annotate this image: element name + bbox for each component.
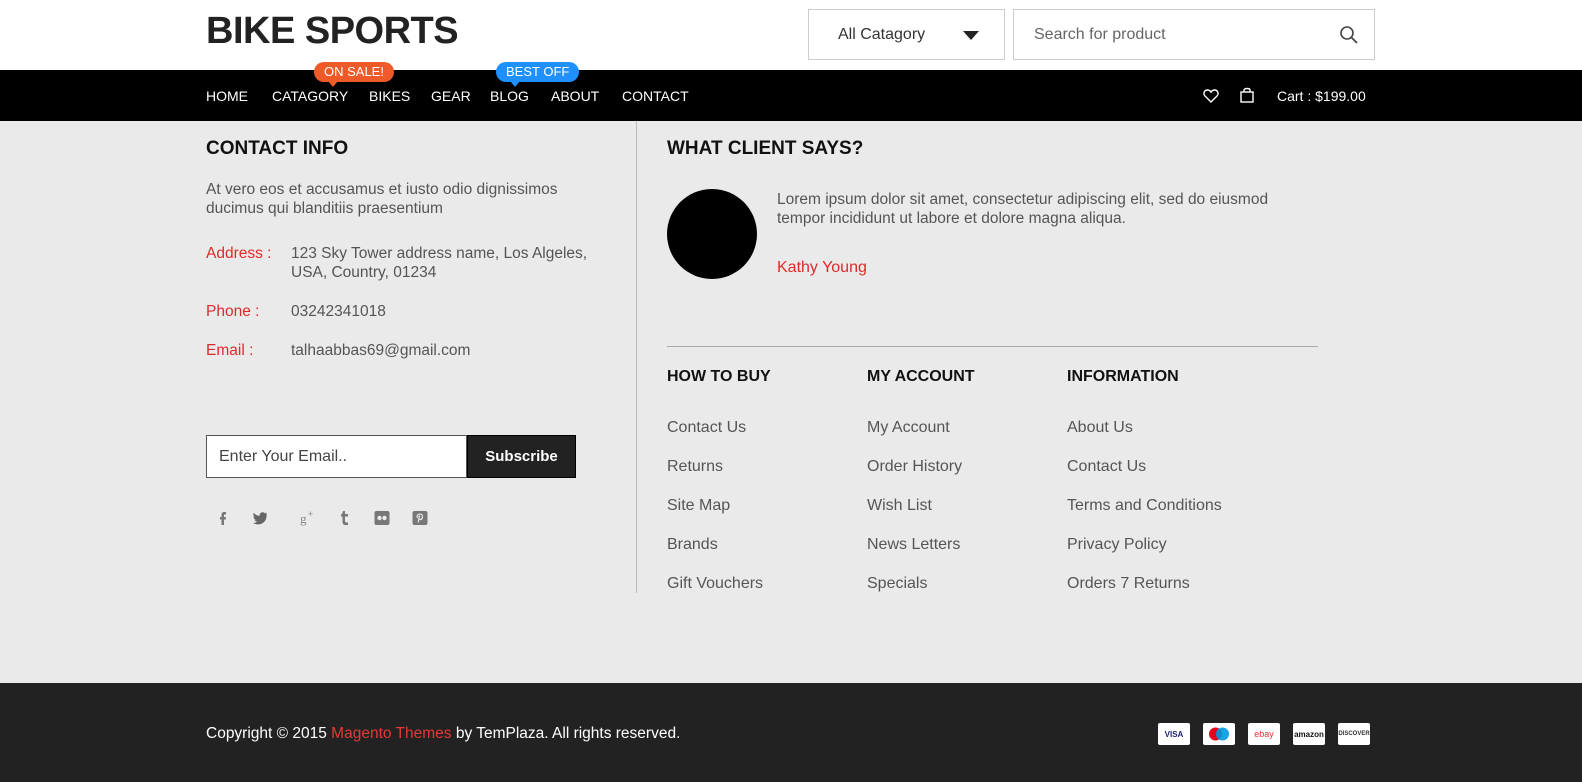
ebay-icon: ebay bbox=[1248, 723, 1280, 745]
nav-about[interactable]: ABOUT bbox=[551, 88, 599, 104]
amazon-icon: amazon bbox=[1293, 723, 1325, 745]
link-about-us[interactable]: About Us bbox=[1067, 419, 1133, 437]
nav-bikes[interactable]: BIKES bbox=[369, 88, 410, 104]
cart-total[interactable]: Cart : $199.00 bbox=[1277, 88, 1366, 104]
information-title: INFORMATION bbox=[1067, 368, 1179, 385]
contact-intro: At vero eos et accusamus et iusto odio d… bbox=[206, 181, 558, 217]
pinterest-icon[interactable] bbox=[410, 508, 430, 528]
facebook-icon[interactable] bbox=[213, 508, 233, 528]
link-returns[interactable]: Returns bbox=[667, 458, 723, 476]
column-divider bbox=[636, 121, 637, 593]
copyright-suffix: by TemPlaza. All rights reserved. bbox=[451, 725, 681, 742]
best-off-badge: BEST OFF bbox=[496, 62, 580, 87]
svg-text:+: + bbox=[308, 509, 313, 519]
email-label: Email : bbox=[206, 342, 254, 359]
magento-themes-link[interactable]: Magento Themes bbox=[331, 725, 451, 742]
nav-gear[interactable]: GEAR bbox=[431, 88, 471, 104]
link-specials[interactable]: Specials bbox=[867, 575, 927, 593]
main-nav: HOME CATAGORY ON SALE! BIKES GEAR BLOG B… bbox=[0, 62, 1582, 121]
site-header: BIKE SPORTS All Catagory bbox=[0, 0, 1582, 70]
phone-value: 03242341018 bbox=[291, 303, 386, 320]
section-divider bbox=[667, 346, 1318, 347]
link-contact-us-info[interactable]: Contact Us bbox=[1067, 458, 1146, 476]
copyright-prefix: Copyright © 2015 bbox=[206, 725, 332, 742]
address-value: 123 Sky Tower address name, Los Algeles,… bbox=[291, 245, 588, 281]
subscribe-button[interactable]: Subscribe bbox=[467, 435, 576, 478]
link-contact-us[interactable]: Contact Us bbox=[667, 419, 746, 437]
address-label: Address : bbox=[206, 245, 272, 262]
link-brands[interactable]: Brands bbox=[667, 536, 718, 554]
site-logo[interactable]: BIKE SPORTS bbox=[206, 10, 459, 53]
link-orders-returns[interactable]: Orders 7 Returns bbox=[1067, 575, 1190, 593]
category-select-value: All Catagory bbox=[838, 26, 926, 43]
contact-info-title: CONTACT INFO bbox=[206, 138, 349, 159]
nav-home[interactable]: HOME bbox=[206, 88, 248, 104]
shopping-bag-icon[interactable] bbox=[1240, 87, 1254, 103]
category-select[interactable]: All Catagory bbox=[808, 9, 1005, 60]
search-box bbox=[1013, 9, 1375, 60]
google-plus-icon[interactable]: g + bbox=[298, 508, 318, 528]
email-value: talhaabbas69@gmail.com bbox=[291, 342, 471, 359]
how-to-buy-title: HOW TO BUY bbox=[667, 368, 771, 385]
discover-icon: DISCOVER bbox=[1338, 723, 1370, 745]
testimonial-quote: Lorem ipsum dolor sit amet, consectetur … bbox=[777, 191, 1269, 227]
link-site-map[interactable]: Site Map bbox=[667, 497, 730, 515]
visa-icon: VISA bbox=[1158, 723, 1190, 745]
link-order-history[interactable]: Order History bbox=[867, 458, 962, 476]
flickr-icon[interactable] bbox=[372, 508, 392, 528]
link-my-account[interactable]: My Account bbox=[867, 419, 950, 437]
newsletter-email-input[interactable] bbox=[206, 435, 467, 478]
heart-icon[interactable] bbox=[1203, 88, 1219, 104]
link-news-letters[interactable]: News Letters bbox=[867, 536, 960, 554]
on-sale-badge: ON SALE! bbox=[314, 62, 394, 87]
nav-contact[interactable]: CONTACT bbox=[622, 88, 689, 104]
link-gift-vouchers[interactable]: Gift Vouchers bbox=[667, 575, 763, 593]
link-terms[interactable]: Terms and Conditions bbox=[1067, 497, 1222, 515]
newsletter-form: Subscribe bbox=[206, 435, 576, 478]
svg-text:g: g bbox=[300, 511, 307, 526]
testimonial-author[interactable]: Kathy Young bbox=[777, 258, 867, 277]
nav-catagory[interactable]: CATAGORY bbox=[272, 88, 348, 104]
link-wish-list[interactable]: Wish List bbox=[867, 497, 932, 515]
my-account-title: MY ACCOUNT bbox=[867, 368, 975, 385]
phone-label: Phone : bbox=[206, 303, 260, 320]
testimonial-title: WHAT CLIENT SAYS? bbox=[667, 138, 864, 159]
link-privacy-policy[interactable]: Privacy Policy bbox=[1067, 536, 1167, 554]
chevron-down-icon bbox=[963, 31, 979, 40]
twitter-icon[interactable] bbox=[250, 508, 270, 528]
tumblr-icon[interactable] bbox=[335, 508, 355, 528]
avatar bbox=[667, 189, 757, 279]
nav-blog[interactable]: BLOG bbox=[490, 88, 529, 104]
copyright: Copyright © 2015 Magento Themes by TemPl… bbox=[206, 725, 680, 743]
site-footer: Copyright © 2015 Magento Themes by TemPl… bbox=[0, 683, 1582, 782]
search-input[interactable] bbox=[1014, 10, 1324, 59]
search-icon[interactable] bbox=[1339, 25, 1359, 45]
maestro-icon bbox=[1203, 723, 1235, 745]
